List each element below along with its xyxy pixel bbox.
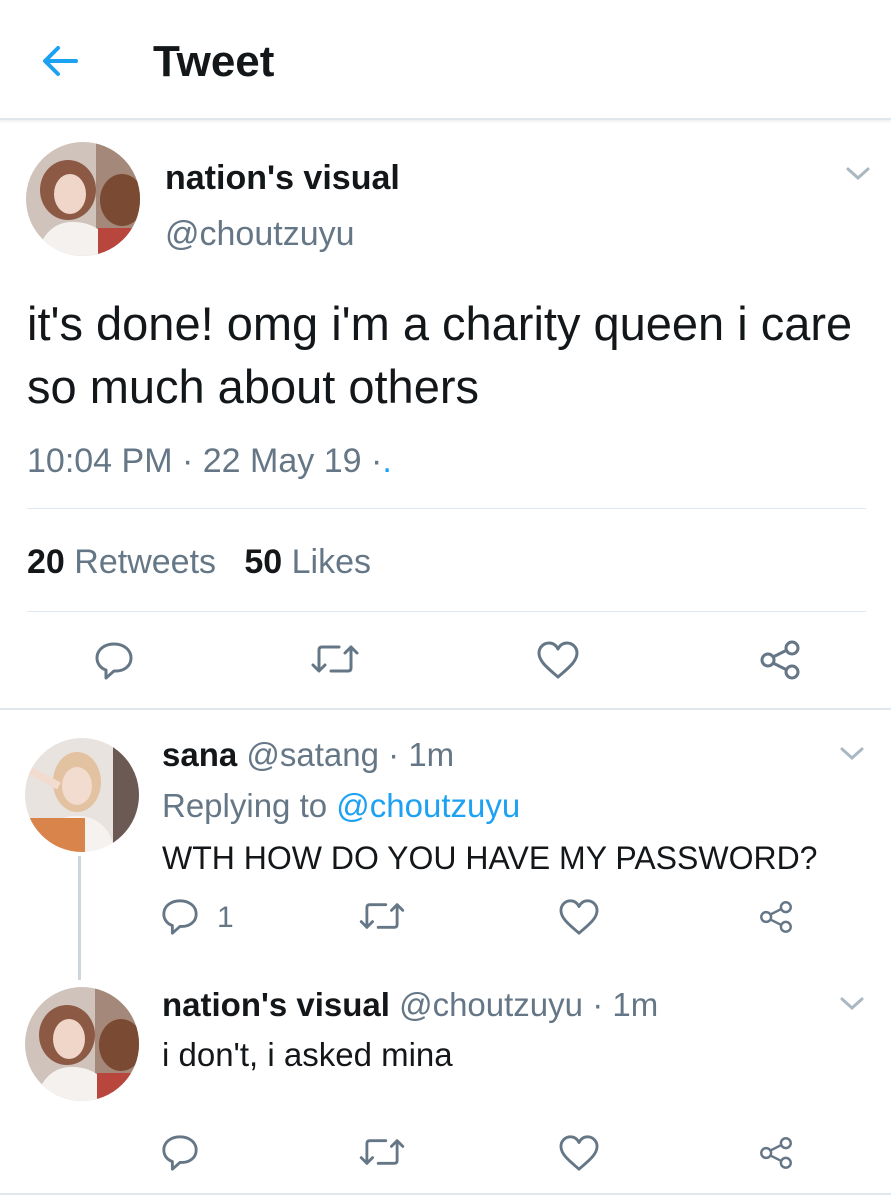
back-button[interactable]	[38, 40, 80, 82]
like-icon[interactable]	[536, 640, 580, 680]
reply-author-handle[interactable]: @choutzuyu	[399, 986, 583, 1023]
likes-stat[interactable]: 50 Likes	[244, 543, 371, 581]
tweet-date: 22 May 19	[202, 442, 362, 480]
separator: ·	[388, 736, 400, 773]
reply-icon[interactable]	[160, 896, 200, 936]
replying-to: Replying to @choutzuyu	[162, 786, 520, 826]
profile-photo	[26, 142, 140, 256]
back-arrow-icon	[43, 46, 78, 76]
section-divider	[0, 708, 891, 710]
like-label: Likes	[291, 543, 372, 581]
author-handle[interactable]: @choutzuyu	[165, 214, 355, 254]
retweet-count: 20	[27, 543, 65, 581]
avatar[interactable]	[26, 142, 140, 256]
reply-icon[interactable]	[93, 639, 135, 681]
chevron-down-icon[interactable]	[839, 746, 865, 762]
retweet-label: Retweets	[74, 543, 217, 581]
like-icon[interactable]	[558, 898, 600, 936]
thread-connector	[78, 856, 81, 980]
reply-author-handle[interactable]: @satang	[246, 736, 379, 773]
reply-icon[interactable]	[160, 1132, 200, 1172]
bottom-divider	[0, 1193, 891, 1195]
replying-handle[interactable]: @choutzuyu	[336, 787, 520, 824]
avatar[interactable]	[25, 738, 139, 852]
source-link[interactable]: .	[382, 442, 391, 480]
divider	[27, 508, 866, 509]
reply-text: WTH HOW DO YOU HAVE MY PASSWORD?	[162, 840, 818, 876]
meta-separator: ·	[370, 442, 383, 480]
tweet-time: 10:04 PM	[27, 442, 173, 480]
reply-header: nation's visual @choutzuyu · 1m	[162, 985, 658, 1025]
reply-count: 1	[217, 901, 234, 934]
separator: ·	[592, 986, 604, 1023]
divider	[27, 611, 866, 612]
top-bar: Tweet	[0, 0, 891, 120]
reply-text: i don't, i asked mina	[162, 1036, 453, 1073]
profile-photo	[25, 738, 139, 852]
share-icon[interactable]	[758, 1135, 794, 1171]
reply-author-name[interactable]: sana	[162, 736, 237, 773]
profile-photo	[25, 987, 139, 1101]
reply-time: 1m	[408, 736, 455, 773]
retweet-icon[interactable]	[358, 899, 406, 933]
like-icon[interactable]	[558, 1134, 600, 1172]
tweet-text: it's done! omg i'm a charity queen i car…	[27, 297, 853, 413]
retweet-icon[interactable]	[310, 641, 360, 677]
like-count: 50	[244, 543, 283, 581]
chevron-down-icon[interactable]	[839, 996, 865, 1012]
avatar[interactable]	[25, 987, 139, 1101]
chevron-down-icon[interactable]	[845, 166, 871, 182]
page-title: Tweet	[153, 37, 275, 86]
share-icon[interactable]	[758, 639, 802, 681]
replying-label: Replying to	[162, 787, 328, 824]
meta-separator: ·	[181, 442, 194, 480]
retweet-icon[interactable]	[358, 1135, 406, 1169]
author-name[interactable]: nation's visual	[165, 158, 400, 198]
tweet-meta: 10:04 PM · 22 May 19 ·.	[27, 440, 392, 482]
reply-time: 1m	[612, 986, 659, 1023]
retweets-stat[interactable]: 20 Retweets	[27, 543, 216, 581]
reply-author-name[interactable]: nation's visual	[162, 986, 390, 1023]
tweet-stats: 20 Retweets 50 Likes	[27, 540, 371, 584]
reply-header: sana @satang · 1m	[162, 735, 454, 775]
share-icon[interactable]	[758, 899, 794, 935]
